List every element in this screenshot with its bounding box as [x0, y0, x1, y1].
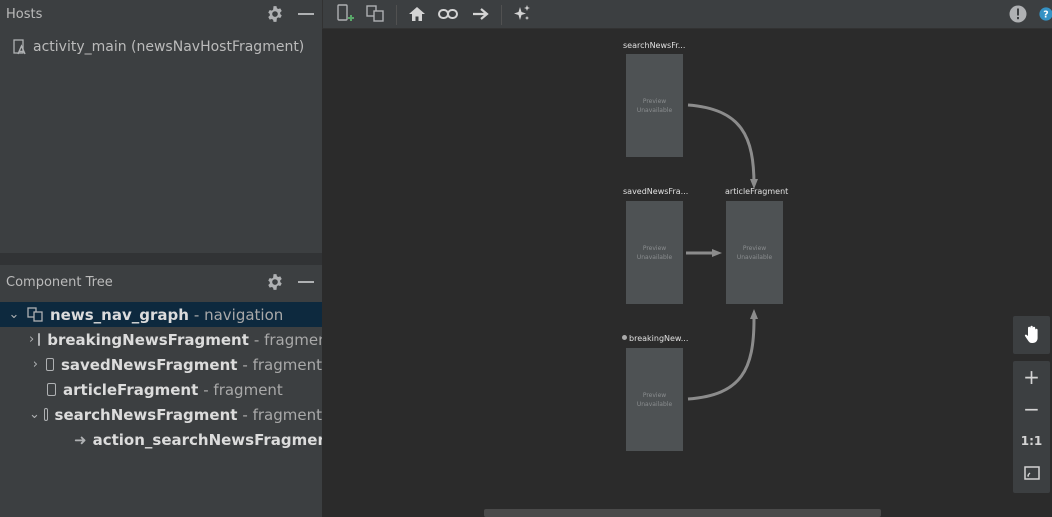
component-tree-header: Component Tree: [0, 268, 322, 296]
navigation-graph-canvas[interactable]: searchNewsFr... Preview Unavailable save…: [322, 29, 1052, 517]
preview-text: Unavailable: [736, 253, 773, 261]
hosts-title: Hosts: [6, 6, 43, 22]
hosts-header: Hosts: [0, 0, 322, 28]
zoom-controls: + − 1:1: [1013, 361, 1050, 493]
tree-item-name: searchNewsFragment: [54, 405, 238, 424]
action-arrow-icon[interactable]: [470, 3, 492, 25]
help-icon[interactable]: ?: [1039, 3, 1052, 25]
tree-item-name: action_searchNewsFragment_t...: [92, 430, 322, 449]
preview-text: Preview: [642, 244, 667, 252]
hand-icon[interactable]: [1013, 316, 1050, 354]
preview-text: Preview: [742, 244, 767, 252]
preview-text: Unavailable: [636, 106, 673, 114]
preview-text: Unavailable: [636, 400, 673, 408]
actual-size-button[interactable]: 1:1: [1013, 425, 1050, 457]
zoom-in-button[interactable]: +: [1013, 361, 1050, 393]
warning-icon[interactable]: [1007, 3, 1029, 25]
zoom-to-fit-icon[interactable]: [1013, 457, 1050, 489]
tree-item-breaking-news-fragment[interactable]: › breakingNewsFragment - fragment: [0, 327, 322, 352]
destination-breaking-news-fragment[interactable]: Preview Unavailable: [626, 348, 683, 451]
fragment-icon: [38, 333, 41, 346]
new-destination-icon[interactable]: [334, 3, 356, 25]
pan-control[interactable]: [1013, 316, 1050, 354]
toolbar: ?: [322, 0, 1052, 29]
left-panel: Hosts activity_main (newsNavHostFragment…: [0, 0, 322, 517]
fragment-icon: [43, 408, 48, 421]
preview-text: Unavailable: [636, 253, 673, 261]
component-tree-title: Component Tree: [6, 274, 113, 290]
gear-icon[interactable]: [266, 273, 284, 291]
minimize-icon[interactable]: [298, 281, 314, 283]
toolbar-separator: [396, 5, 397, 25]
toolbar-separator: [501, 5, 502, 25]
tree-item-name: articleFragment: [63, 380, 199, 399]
tree-item-type: - navigation: [193, 305, 284, 324]
deeplink-icon[interactable]: [437, 3, 459, 25]
start-destination-icon: [622, 335, 627, 340]
tree-item-type: - fragment: [242, 355, 322, 374]
panel-divider[interactable]: [0, 253, 322, 265]
chevron-right-icon[interactable]: ›: [29, 357, 42, 372]
destination-search-news-fragment[interactable]: Preview Unavailable: [626, 54, 683, 157]
action-breaking-to-article[interactable]: [687, 318, 756, 401]
host-item[interactable]: activity_main (newsNavHostFragment): [12, 37, 304, 57]
minimize-icon[interactable]: [298, 13, 314, 15]
chevron-right-icon[interactable]: ›: [29, 332, 34, 347]
action-arrow-icon: ➜: [74, 430, 87, 449]
tree-item-name: breakingNewsFragment: [47, 330, 249, 349]
tree-item-article-fragment[interactable]: articleFragment - fragment: [0, 377, 322, 402]
zoom-out-button[interactable]: −: [1013, 393, 1050, 425]
horizontal-scrollbar[interactable]: [484, 509, 881, 517]
auto-arrange-icon[interactable]: [511, 3, 533, 25]
action-search-to-article[interactable]: [687, 103, 756, 186]
chevron-down-icon[interactable]: ⌄: [7, 307, 21, 322]
tree-item-name: news_nav_graph: [50, 305, 189, 324]
preview-text: Preview: [642, 97, 667, 105]
chevron-down-icon[interactable]: ⌄: [29, 407, 40, 422]
tree-item-saved-news-fragment[interactable]: › savedNewsFragment - fragment: [0, 352, 322, 377]
home-icon[interactable]: [406, 3, 428, 25]
preview-text: Preview: [642, 391, 667, 399]
destination-saved-news-fragment[interactable]: Preview Unavailable: [626, 201, 683, 304]
fragment-icon: [45, 358, 54, 371]
tree-item-search-news-fragment[interactable]: ⌄ searchNewsFragment - fragment: [0, 402, 322, 427]
fragment-icon: [47, 383, 56, 396]
gear-icon[interactable]: [266, 5, 284, 23]
tree-item-name: savedNewsFragment: [60, 355, 238, 374]
graph-actions: [686, 103, 758, 401]
host-item-label: activity_main (newsNavHostFragment): [33, 39, 305, 55]
node-label: savedNewsFra...: [623, 187, 689, 196]
node-label: searchNewsFr...: [623, 41, 686, 50]
layout-file-icon: [13, 39, 26, 55]
tree-item-type: - fragment: [242, 405, 322, 424]
nested-graph-icon: [27, 306, 43, 322]
node-label: breakingNew...: [622, 334, 688, 343]
tree-item-news-nav-graph[interactable]: ⌄ news_nav_graph - navigation: [0, 302, 322, 327]
node-label-text: breakingNew...: [629, 334, 689, 343]
tree-item-type: - fragment: [203, 380, 283, 399]
node-label: articleFragment: [725, 187, 789, 196]
nested-graph-icon[interactable]: [365, 3, 387, 25]
tree-item-action[interactable]: ➜ action_searchNewsFragment_t...: [0, 427, 322, 452]
tree-item-type: - fragment: [253, 330, 322, 349]
destination-article-fragment[interactable]: Preview Unavailable: [726, 201, 783, 304]
svg-text:?: ?: [1043, 10, 1048, 21]
